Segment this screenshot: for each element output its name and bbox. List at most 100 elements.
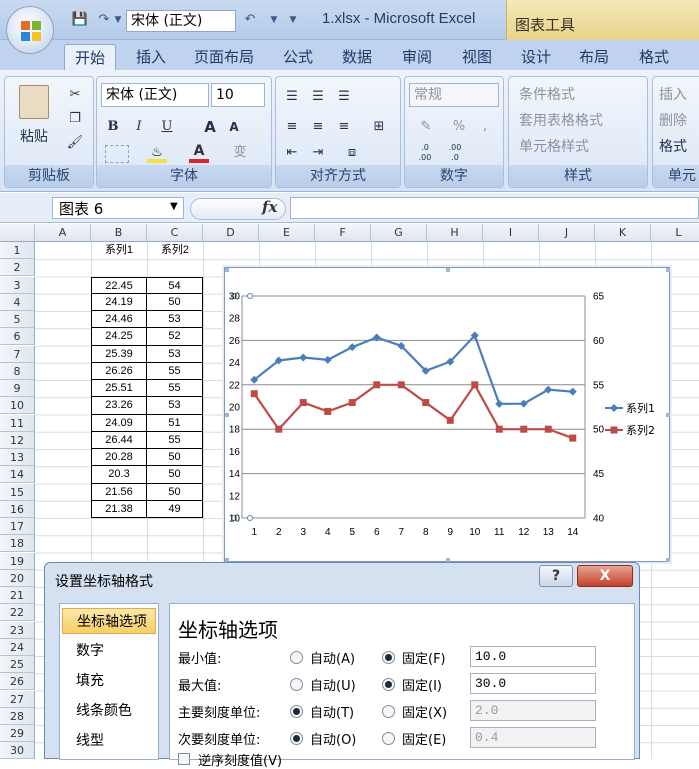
cell-value[interactable]: 50 bbox=[146, 449, 203, 467]
name-box[interactable]: 图表 6 bbox=[52, 197, 184, 219]
data-point[interactable] bbox=[275, 425, 283, 433]
cell-value[interactable]: 23.26 bbox=[91, 397, 147, 415]
name-box-dropdown-icon[interactable]: ▼ bbox=[170, 201, 178, 212]
copy-icon[interactable]: ❐ bbox=[63, 107, 87, 131]
increase-decimal-button[interactable]: .0 .00 bbox=[411, 143, 439, 167]
cell-value[interactable]: 22.45 bbox=[91, 276, 147, 294]
value-input[interactable]: 2.0 bbox=[470, 700, 596, 721]
column-header[interactable]: L bbox=[651, 224, 699, 242]
row-header[interactable]: 16 bbox=[0, 500, 35, 518]
row-header[interactable]: 7 bbox=[0, 345, 35, 363]
paste-icon[interactable] bbox=[19, 85, 49, 119]
fixed-radio[interactable] bbox=[382, 705, 395, 718]
align-top-icon[interactable]: ☰ bbox=[280, 85, 304, 109]
tab-review[interactable]: 审阅 bbox=[392, 44, 442, 70]
column-header[interactable]: A bbox=[35, 224, 91, 242]
cell-value[interactable]: 21.38 bbox=[91, 500, 147, 518]
data-point[interactable] bbox=[299, 353, 308, 362]
redo-icon[interactable]: ↷ bbox=[94, 10, 114, 30]
fixed-radio[interactable] bbox=[382, 732, 395, 745]
format-as-table-button[interactable]: 套用表格格式 bbox=[519, 109, 647, 133]
tab-design[interactable]: 设计 bbox=[512, 44, 560, 70]
row-header[interactable]: 8 bbox=[0, 362, 35, 380]
chart-object[interactable]: 10 12 14 16 18 20 22 24 26 28 30 40 45 50 55 60 65 1 2 3 4 5 6… bbox=[224, 267, 670, 562]
chart-resize-handle[interactable] bbox=[666, 268, 670, 272]
cell-value[interactable]: 26.44 bbox=[91, 431, 147, 449]
help-button[interactable]: ? bbox=[539, 565, 573, 587]
row-header[interactable]: 11 bbox=[0, 414, 35, 432]
cell-value[interactable]: 55 bbox=[146, 431, 203, 449]
column-header[interactable]: F bbox=[315, 224, 371, 242]
align-bottom-icon[interactable]: ☰ bbox=[332, 85, 356, 109]
qat-font-select[interactable]: 宋体 (正文) bbox=[126, 10, 236, 32]
shrink-font-button[interactable]: A bbox=[223, 115, 245, 139]
data-point[interactable] bbox=[348, 343, 357, 352]
tab-format[interactable]: 格式 bbox=[630, 44, 678, 70]
row-header[interactable]: 3 bbox=[0, 276, 35, 294]
tab-data[interactable]: 数据 bbox=[332, 44, 382, 70]
column-header[interactable]: B bbox=[91, 224, 147, 242]
data-point[interactable] bbox=[324, 407, 332, 415]
cell-b1[interactable]: 系列1 bbox=[91, 242, 147, 259]
close-button[interactable]: X bbox=[577, 565, 633, 587]
data-point[interactable] bbox=[471, 381, 479, 389]
tab-layout[interactable]: 布局 bbox=[570, 44, 618, 70]
column-header[interactable]: D bbox=[203, 224, 259, 242]
cell-value[interactable]: 24.25 bbox=[91, 328, 147, 346]
font-size-select[interactable]: 10 bbox=[211, 83, 265, 107]
data-point[interactable] bbox=[568, 387, 577, 396]
increase-indent-icon[interactable]: ⇥ bbox=[306, 141, 330, 165]
data-point[interactable] bbox=[299, 399, 307, 407]
cell-styles-button[interactable]: 单元格样式 bbox=[519, 135, 643, 159]
bold-button[interactable]: B bbox=[103, 115, 123, 139]
data-point[interactable] bbox=[446, 416, 454, 424]
cell-value[interactable]: 50 bbox=[146, 466, 203, 484]
value-input[interactable]: 10.0 bbox=[470, 646, 596, 667]
row-header[interactable]: 12 bbox=[0, 431, 35, 449]
borders-icon[interactable] bbox=[105, 145, 129, 163]
phonetic-button[interactable]: 变 bbox=[227, 141, 253, 165]
axis-selection-handle[interactable] bbox=[247, 293, 253, 299]
row-header[interactable]: 30 bbox=[0, 742, 35, 760]
font-color-icon[interactable]: A bbox=[189, 143, 209, 163]
undo-dropdown-icon[interactable]: ▼ bbox=[268, 10, 280, 30]
cell-value[interactable]: 50 bbox=[146, 293, 203, 311]
data-point[interactable] bbox=[495, 399, 504, 408]
fixed-radio[interactable] bbox=[382, 678, 395, 691]
nav-number[interactable]: 数字 bbox=[62, 638, 156, 664]
dropdown-icon[interactable]: ▼ bbox=[112, 10, 124, 30]
paste-button[interactable]: 粘贴 bbox=[11, 125, 57, 149]
auto-radio[interactable] bbox=[290, 705, 303, 718]
row-header[interactable]: 24 bbox=[0, 638, 35, 656]
reverse-order-checkbox[interactable] bbox=[178, 753, 190, 765]
cell-value[interactable]: 25.39 bbox=[91, 345, 147, 363]
decrease-indent-icon[interactable]: ⇤ bbox=[280, 141, 304, 165]
fixed-radio[interactable] bbox=[382, 651, 395, 664]
chart-resize-handle[interactable] bbox=[446, 268, 450, 272]
row-header[interactable]: 2 bbox=[0, 259, 35, 277]
row-header[interactable]: 21 bbox=[0, 587, 35, 604]
auto-radio[interactable] bbox=[290, 732, 303, 745]
row-header[interactable]: 14 bbox=[0, 466, 35, 484]
fill-color-icon[interactable]: ♨ bbox=[147, 145, 167, 163]
cell-c1[interactable]: 系列2 bbox=[147, 242, 203, 259]
tab-home[interactable]: 开始 bbox=[64, 44, 116, 70]
chart-resize-handle[interactable] bbox=[666, 558, 670, 562]
row-header[interactable]: 27 bbox=[0, 690, 35, 708]
cell-value[interactable]: 52 bbox=[146, 328, 203, 346]
select-all-corner[interactable] bbox=[0, 224, 35, 242]
font-name-select[interactable]: 宋体 (正文) bbox=[101, 83, 209, 107]
chart-resize-handle[interactable] bbox=[225, 268, 229, 272]
column-header[interactable]: J bbox=[539, 224, 595, 242]
cell-value[interactable]: 51 bbox=[146, 414, 203, 432]
align-middle-icon[interactable]: ☰ bbox=[306, 85, 330, 109]
nav-axis-options[interactable]: 坐标轴选项 bbox=[62, 608, 156, 634]
auto-radio[interactable] bbox=[290, 678, 303, 691]
formula-input[interactable] bbox=[290, 197, 699, 219]
data-point[interactable] bbox=[250, 390, 258, 398]
row-header[interactable]: 29 bbox=[0, 725, 35, 742]
row-header[interactable]: 10 bbox=[0, 397, 35, 415]
cell-value[interactable]: 53 bbox=[146, 345, 203, 363]
align-right-icon[interactable]: ≡ bbox=[332, 115, 356, 139]
row-header[interactable]: 5 bbox=[0, 311, 35, 328]
